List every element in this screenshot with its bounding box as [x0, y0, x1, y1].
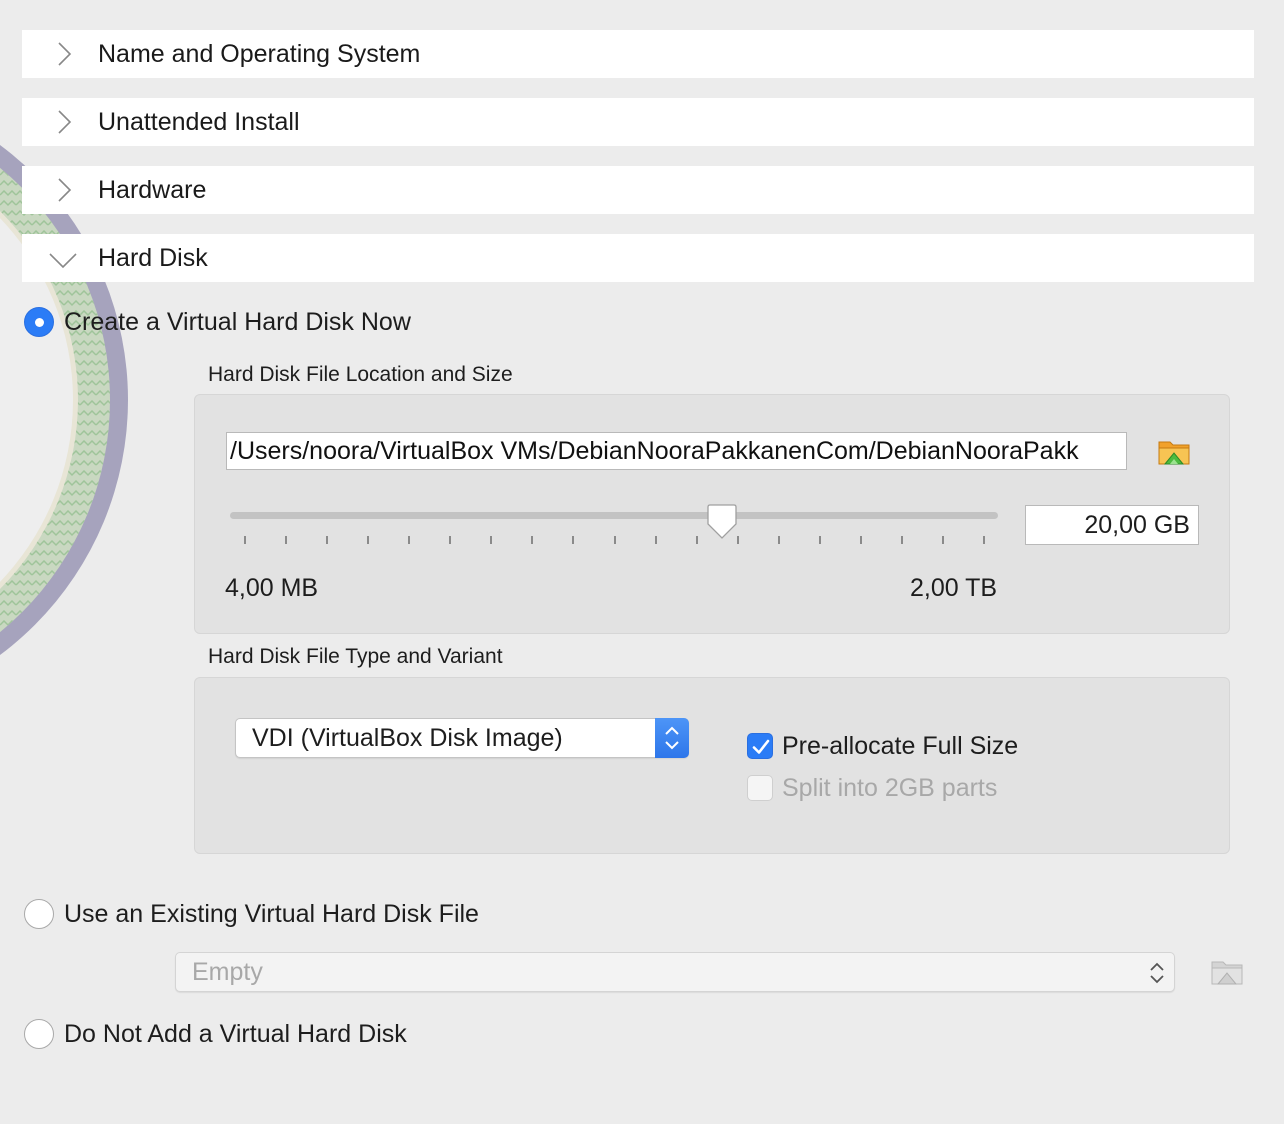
- checkmark-icon: [752, 739, 770, 754]
- slider-tick: [613, 536, 616, 544]
- section-name-and-os[interactable]: Name and Operating System: [22, 30, 1254, 78]
- slider-tick: [818, 536, 821, 544]
- disk-size-slider[interactable]: [230, 512, 998, 519]
- size-max-label: 2,00 TB: [910, 574, 998, 602]
- section-title: Name and Operating System: [98, 39, 421, 68]
- folder-up-icon[interactable]: [1210, 955, 1244, 989]
- slider-tick: [449, 536, 452, 544]
- existing-disk-value: Empty: [192, 958, 263, 986]
- type-variant-groupbox: [194, 677, 1230, 854]
- slider-knob[interactable]: [704, 504, 740, 542]
- slider-tick: [408, 536, 411, 544]
- chevron-right-icon: [58, 110, 72, 134]
- disk-size-input[interactable]: 20,00 GB: [1025, 505, 1199, 545]
- preallocate-label: Pre-allocate Full Size: [782, 732, 1019, 760]
- slider-tick: [326, 536, 329, 544]
- slider-tick: [244, 536, 246, 544]
- slider-tick: [285, 536, 288, 544]
- section-title: Hardware: [98, 175, 207, 204]
- slider-tick: [900, 536, 903, 544]
- slider-tick: [572, 536, 575, 544]
- type-group-label: Hard Disk File Type and Variant: [208, 645, 503, 668]
- split-2gb-label: Split into 2GB parts: [782, 774, 998, 802]
- size-min-label: 4,00 MB: [225, 574, 319, 602]
- slider-tick: [983, 536, 985, 544]
- file-path-input[interactable]: /Users/noora/VirtualBox VMs/DebianNooraP…: [226, 432, 1127, 470]
- radio-create-label: Create a Virtual Hard Disk Now: [64, 308, 411, 336]
- radio-no-virtual-disk[interactable]: [24, 1019, 54, 1049]
- slider-tick: [367, 536, 370, 544]
- radio-create-virtual-hard-disk[interactable]: [24, 307, 54, 337]
- chevron-down-icon: [49, 253, 77, 269]
- slider-tick: [490, 536, 493, 544]
- up-down-stepper-icon: [655, 718, 689, 758]
- section-hard-disk[interactable]: Hard Disk: [22, 234, 1254, 282]
- section-title: Hard Disk: [98, 243, 208, 272]
- slider-tick: [695, 536, 698, 544]
- location-group-label: Hard Disk File Location and Size: [208, 363, 513, 386]
- folder-up-icon[interactable]: [1157, 435, 1191, 469]
- file-type-value: VDI (VirtualBox Disk Image): [252, 724, 563, 752]
- radio-none-label: Do Not Add a Virtual Hard Disk: [64, 1020, 407, 1048]
- slider-tick: [859, 536, 862, 544]
- split-2gb-checkbox[interactable]: [747, 775, 773, 801]
- section-unattended-install[interactable]: Unattended Install: [22, 98, 1254, 146]
- file-type-select[interactable]: VDI (VirtualBox Disk Image): [235, 718, 689, 758]
- slider-tick: [531, 536, 534, 544]
- chevron-right-icon: [58, 42, 72, 66]
- slider-tick: [777, 536, 780, 544]
- chevron-right-icon: [58, 178, 72, 202]
- radio-use-existing-disk[interactable]: [24, 899, 54, 929]
- section-hardware[interactable]: Hardware: [22, 166, 1254, 214]
- up-down-stepper-icon: [1150, 962, 1164, 984]
- slider-tick: [941, 536, 944, 544]
- radio-existing-label: Use an Existing Virtual Hard Disk File: [64, 900, 479, 928]
- existing-disk-select[interactable]: Empty: [175, 952, 1175, 992]
- preallocate-checkbox[interactable]: [747, 733, 773, 759]
- section-title: Unattended Install: [98, 107, 300, 136]
- slider-tick: [654, 536, 657, 544]
